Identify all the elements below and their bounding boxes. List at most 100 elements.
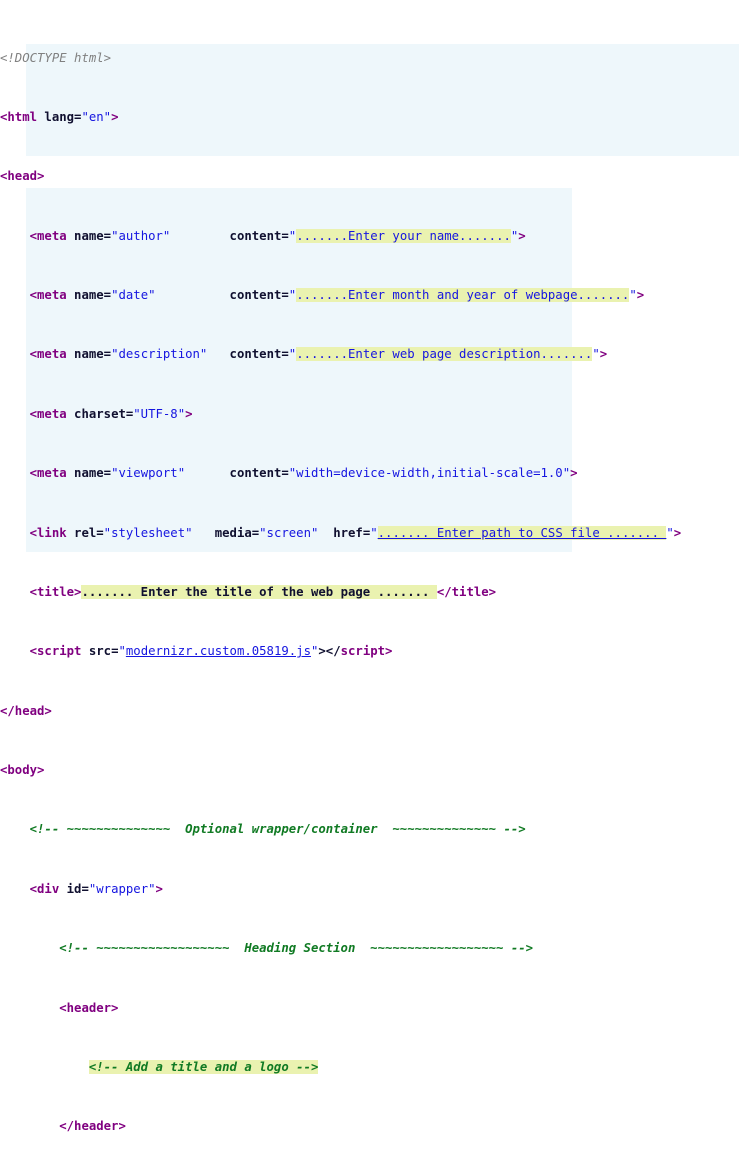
meta-charset-attr: charset= <box>74 406 134 421</box>
div-tag-open-close: > <box>155 881 163 896</box>
script-tag-open: <script <box>29 644 89 659</box>
line-meta-description: <meta name="description" content= "......… <box>0 347 739 362</box>
meta-tag-charset: <meta <box>29 406 75 421</box>
quote-open: " <box>370 525 378 540</box>
link-tag: <link <box>29 525 75 540</box>
meta-date-placeholder: .......Enter month and year of webpage..… <box>296 288 630 303</box>
meta-author-placeholder: .......Enter your name....... <box>296 228 511 243</box>
line-meta-charset: <meta charset="UTF-8"> <box>0 407 739 422</box>
doctype-declaration: <!DOCTYPE html> <box>0 50 112 65</box>
meta-viewport-tag-close: > <box>570 466 578 481</box>
align-gap <box>185 466 229 480</box>
quote-close: " <box>666 525 674 540</box>
align-gap <box>156 288 230 302</box>
align-gap <box>318 526 333 540</box>
line-head-close: </head> <box>0 704 739 719</box>
meta-charset-tag-close: > <box>185 406 193 421</box>
meta-description-name-value: "description" <box>111 347 208 362</box>
title-tag-open: <title> <box>29 584 82 599</box>
comment-add-title-logo: <!-- Add a title and a logo --> <box>88 1059 319 1074</box>
meta-viewport-content-attr: content= <box>229 466 289 481</box>
script-tag-close: script> <box>340 644 393 659</box>
head-tag-close: </head> <box>0 703 52 718</box>
meta-tag-date: <meta <box>29 288 75 303</box>
meta-viewport-name-value: "viewport" <box>111 466 186 481</box>
code-listing: <!DOCTYPE html> <html lang="en"> <head> … <box>0 0 739 1133</box>
comment-heading-section: <!-- ~~~~~~~~~~~~~~~~~~ Heading Section … <box>59 941 534 956</box>
meta-date-content-attr: content= <box>229 288 289 303</box>
div-tag-open: <div <box>29 881 67 896</box>
header-tag-close: </header> <box>59 1119 126 1134</box>
script-mid-punc: ></ <box>318 644 341 659</box>
meta-viewport-content-value: "width=device-width,initial-scale=1.0" <box>288 466 571 481</box>
html-lang-attr: lang= <box>44 109 82 124</box>
line-meta-author: <meta name="author" content=".......Ente… <box>0 228 739 244</box>
script-src-value: modernizr.custom.05819.js <box>125 644 311 659</box>
align-gap <box>193 526 215 540</box>
line-meta-date: <meta name="date" content= ".......Enter … <box>0 288 739 303</box>
line-header-open: <header> <box>0 1001 739 1016</box>
line-link-stylesheet: <link rel="stylesheet" media="screen" hr… <box>0 525 739 541</box>
meta-description-content-attr: content= <box>229 347 289 362</box>
align-gap <box>170 229 229 243</box>
code-text: <!DOCTYPE html> <html lang="en"> <head> … <box>0 6 739 1168</box>
line-script: <script src="modernizr.custom.05819.js">… <box>0 644 739 659</box>
link-href-attr: href= <box>333 525 371 540</box>
link-rel-value: "stylesheet" <box>103 525 193 540</box>
link-media-value: "screen" <box>259 525 319 540</box>
title-tag-close: </title> <box>436 584 497 599</box>
meta-author-content-attr: content= <box>229 228 289 243</box>
line-header-close: </header> <box>0 1119 739 1134</box>
line-comment-header-inner: <!-- Add a title and a logo --> <box>0 1059 739 1075</box>
link-tag-close: > <box>673 525 682 540</box>
header-tag-open: <header> <box>59 1000 119 1015</box>
meta-tag-viewport: <meta <box>29 466 75 481</box>
meta-tag-author: <meta <box>29 228 75 243</box>
meta-author-name-value: "author" <box>111 228 171 243</box>
meta-date-name-value: "date" <box>111 288 156 303</box>
line-comment-wrapper-start: <!-- ~~~~~~~~~~~~~~ Optional wrapper/con… <box>0 822 739 837</box>
meta-author-tag-close: > <box>518 228 526 243</box>
meta-charset-value: "UTF-8" <box>133 406 186 421</box>
html-tag-open: <html <box>0 109 45 124</box>
quote-close: " <box>310 644 319 659</box>
line-html-open: <html lang="en"> <box>0 110 739 125</box>
line-head-open: <head> <box>0 169 739 184</box>
div-id-attr: id= <box>66 881 89 896</box>
align-gap <box>207 347 229 361</box>
link-rel-attr: rel= <box>74 525 104 540</box>
head-tag-open: <head> <box>0 169 45 184</box>
meta-tag-description: <meta <box>29 347 75 362</box>
line-doctype: <!DOCTYPE html> <box>0 51 739 66</box>
meta-description-placeholder: .......Enter web page description....... <box>296 347 593 362</box>
line-meta-viewport: <meta name="viewport" content="width=dev… <box>0 466 739 481</box>
meta-date-tag-close: > <box>636 288 645 303</box>
link-media-attr: media= <box>214 525 260 540</box>
line-div-wrapper-open: <div id="wrapper"> <box>0 882 739 897</box>
html-tag-open-close: > <box>111 109 119 124</box>
quote-open: " <box>118 644 126 659</box>
script-src-attr: src= <box>88 644 119 659</box>
line-comment-heading: <!-- ~~~~~~~~~~~~~~~~~~ Heading Section … <box>0 941 739 956</box>
quote-close: " <box>592 347 600 362</box>
meta-description-tag-close: > <box>599 347 608 362</box>
line-title: <title>....... Enter the title of the we… <box>0 584 739 600</box>
comment-wrapper-start: <!-- ~~~~~~~~~~~~~~ Optional wrapper/con… <box>29 822 526 837</box>
meta-viewport-name-attr: name= <box>74 466 112 481</box>
meta-description-name-attr: name= <box>74 347 112 362</box>
title-placeholder: ....... Enter the title of the web page … <box>81 584 437 599</box>
line-body-open: <body> <box>0 763 739 778</box>
body-tag-open: <body> <box>0 763 45 778</box>
